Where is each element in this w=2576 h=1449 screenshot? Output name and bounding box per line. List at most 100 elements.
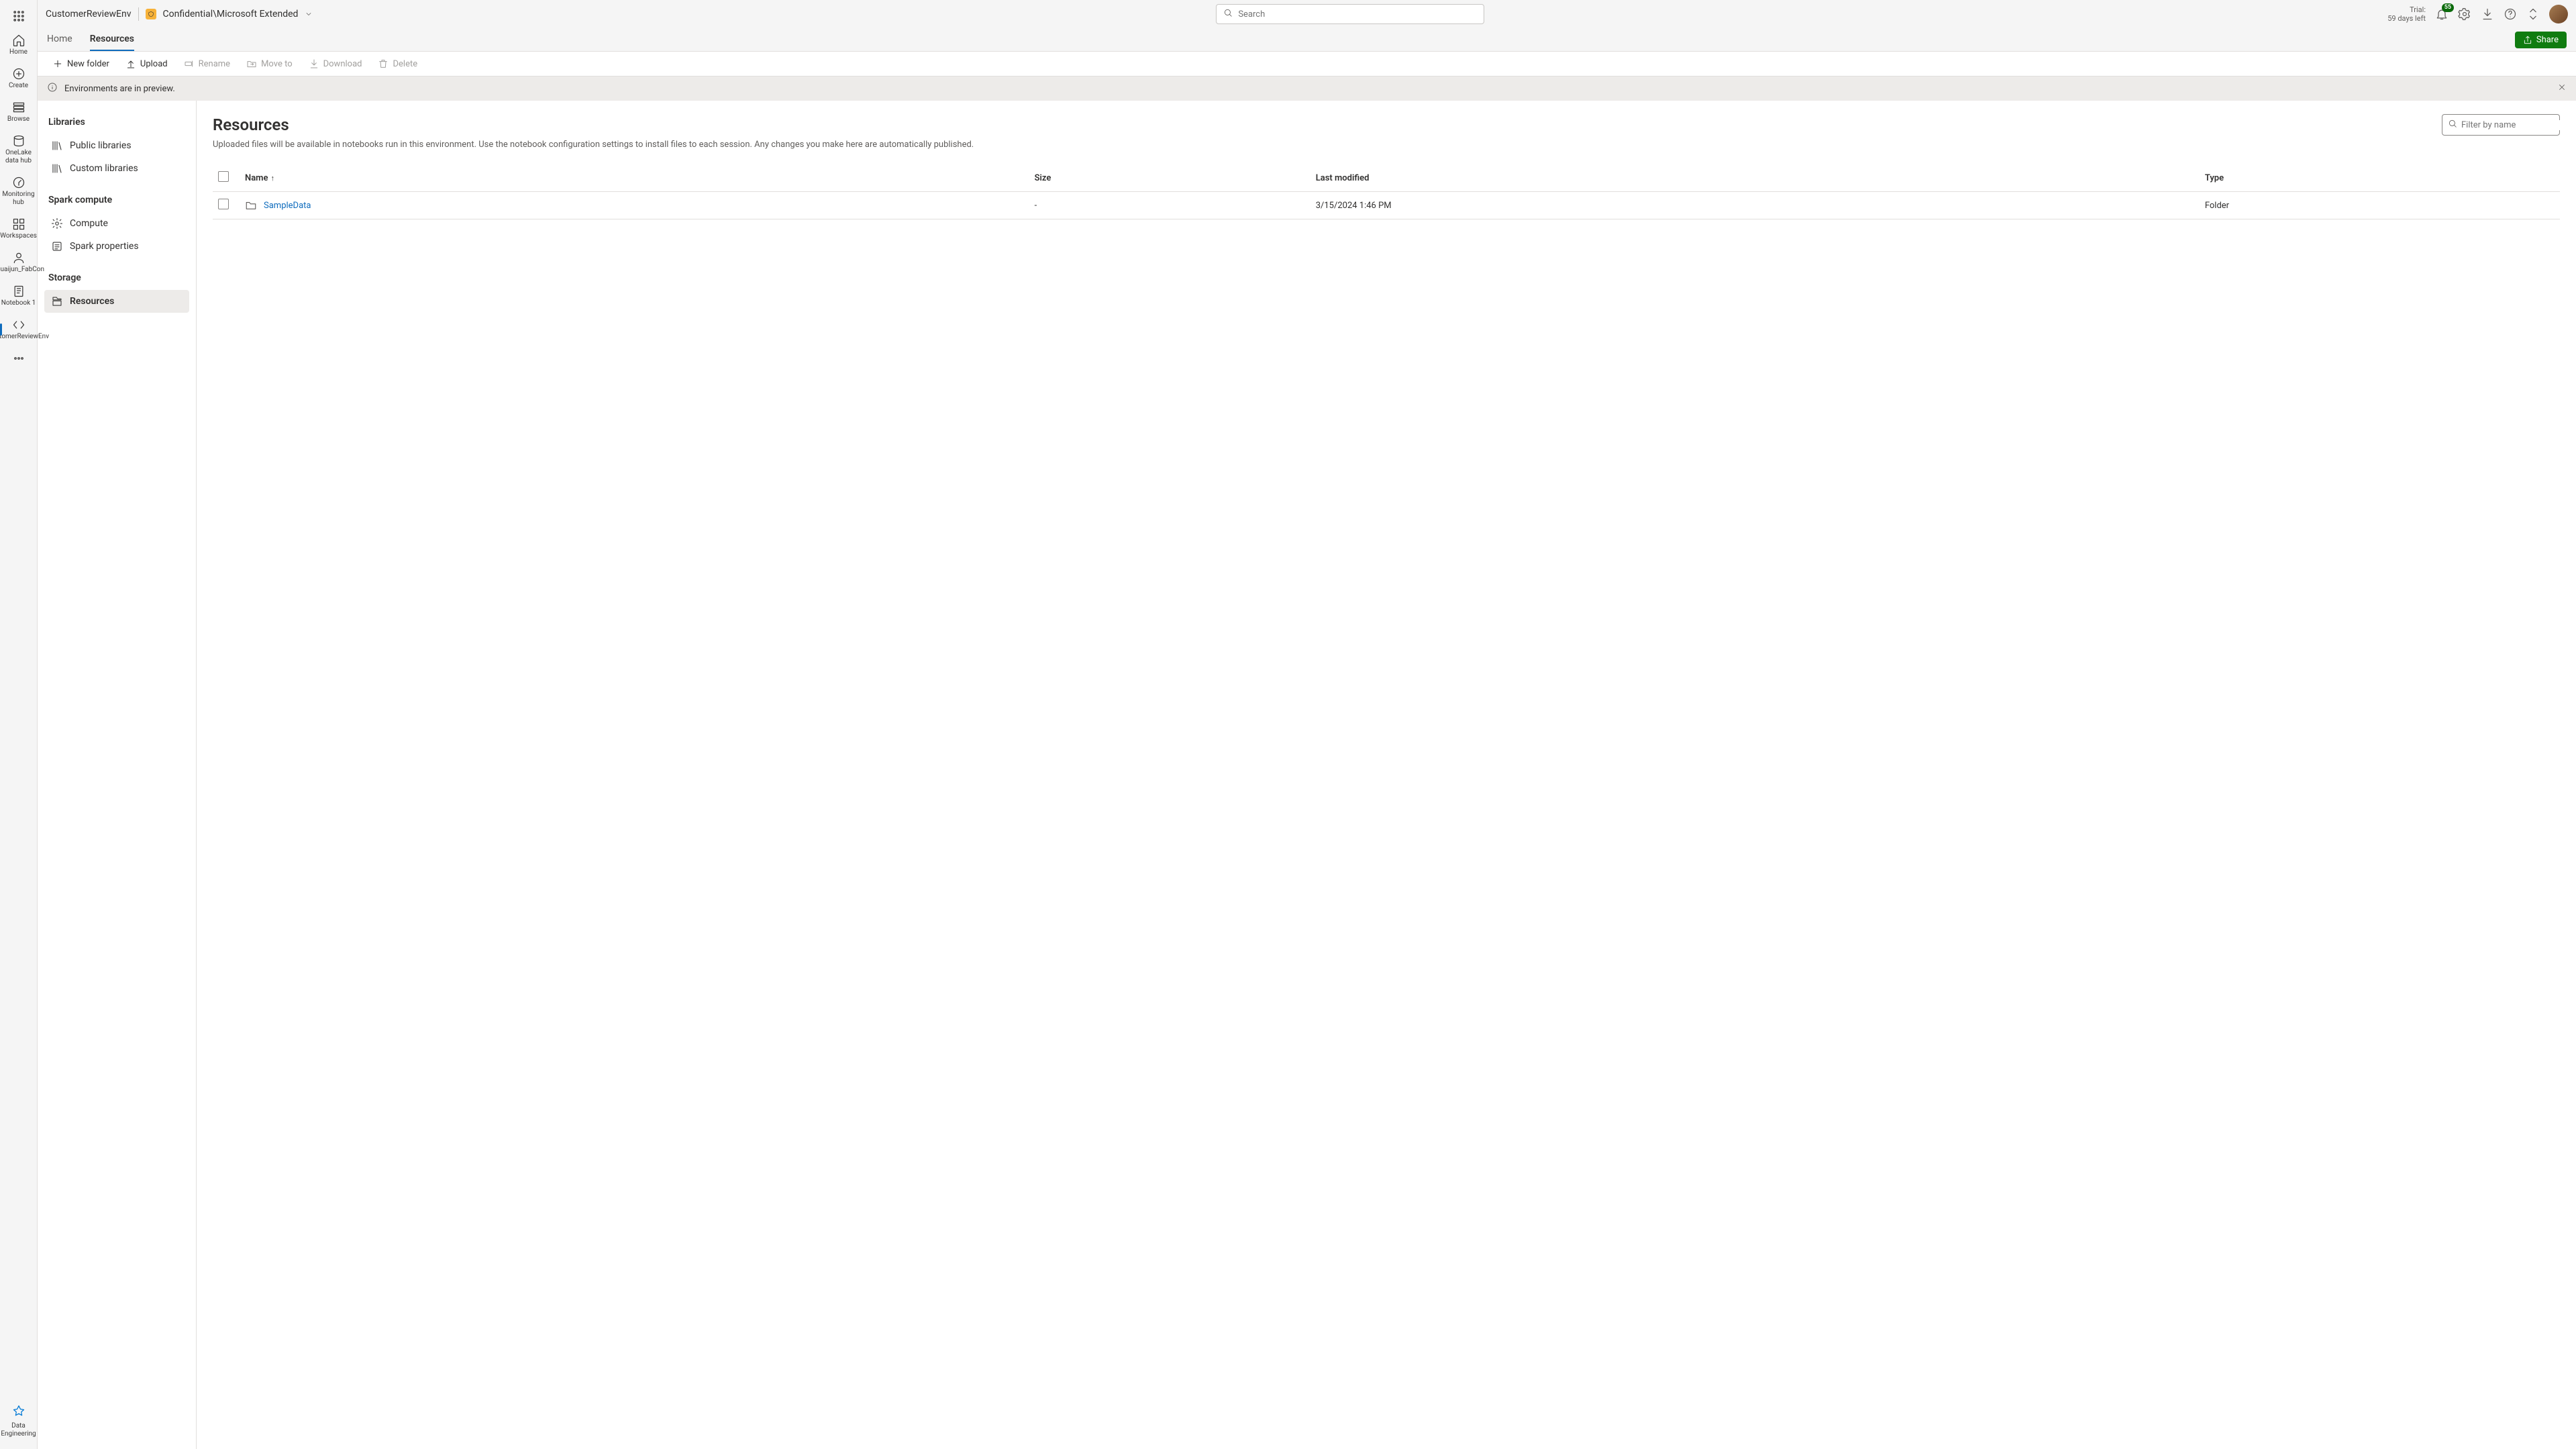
rail-waffle[interactable] [0, 5, 38, 27]
user-avatar[interactable] [2549, 5, 2568, 23]
sidebar-item-resources[interactable]: Resources [44, 290, 189, 313]
notification-badge: 55 [2442, 3, 2454, 12]
sidebar-header-spark: Spark compute [48, 195, 185, 205]
rail-workspaces[interactable]: Workspaces [0, 213, 38, 244]
feedback-button[interactable] [2526, 7, 2540, 21]
tab-resources[interactable]: Resources [90, 34, 134, 51]
chevron-down-icon[interactable] [305, 10, 313, 18]
banner-close-button[interactable] [2557, 83, 2567, 95]
move-icon [246, 58, 257, 69]
page-title: Resources [213, 115, 289, 134]
trial-line2: 59 days left [2387, 14, 2426, 23]
left-nav-rail: Home Create Browse OneLake data hub Moni… [0, 0, 38, 1449]
row-checkbox[interactable] [218, 199, 229, 209]
column-modified[interactable]: Last modified [1310, 164, 2200, 192]
settings-button[interactable] [2458, 7, 2471, 21]
tab-strip: Home Resources Share [38, 28, 2576, 51]
help-button[interactable] [2504, 7, 2517, 21]
sensitivity-label[interactable]: Confidential\Microsoft Extended [163, 9, 299, 19]
share-button-label: Share [2536, 35, 2559, 45]
column-name[interactable]: Name↑ [240, 164, 1029, 192]
tab-home[interactable]: Home [47, 34, 72, 51]
rail-notebook1[interactable]: Notebook 1 [0, 281, 38, 311]
sidebar-header-storage: Storage [48, 272, 185, 283]
move-to-button: Move to [240, 56, 299, 72]
sidebar-compute-label: Compute [70, 218, 108, 229]
rename-label: Rename [199, 59, 230, 69]
sidebar-resources-label: Resources [70, 296, 114, 307]
upload-button[interactable]: Upload [119, 56, 174, 72]
gear-icon [51, 217, 63, 230]
plus-icon [52, 58, 63, 69]
more-icon [12, 352, 25, 365]
sidebar-item-compute[interactable]: Compute [44, 212, 189, 235]
select-all-checkbox[interactable] [218, 171, 229, 182]
upload-icon [125, 58, 136, 69]
column-size[interactable]: Size [1029, 164, 1310, 192]
rail-create-label: Create [9, 82, 28, 90]
sidebar-spark-prop-label: Spark properties [70, 241, 139, 252]
rail-customerreview-label: CustomerReviewEnv [0, 333, 49, 341]
sidebar-header-libraries: Libraries [48, 117, 185, 128]
rail-data-engineering[interactable]: Data Engineering [0, 1401, 38, 1442]
page-subtitle: Uploaded files will be available in note… [213, 140, 2560, 150]
workspace-icon [12, 251, 25, 264]
rail-monitoring-label: Monitoring hub [1, 191, 36, 207]
rail-browse[interactable]: Browse [0, 97, 38, 128]
download-icon [309, 58, 319, 69]
rail-customerreview[interactable]: CustomerReviewEnv [0, 314, 38, 345]
resources-table: Name↑ Size Last modified Type [213, 164, 2560, 219]
library-icon [51, 162, 63, 174]
rail-onelake[interactable]: OneLake data hub [0, 130, 38, 169]
library-icon [51, 140, 63, 152]
rename-button: Rename [177, 56, 237, 72]
notifications-button[interactable]: 55 [2435, 7, 2449, 21]
onelake-icon [12, 134, 25, 148]
rail-home[interactable]: Home [0, 30, 38, 60]
table-row[interactable]: SampleData - 3/15/2024 1:46 PM Folder [213, 192, 2560, 219]
environment-name: CustomerReviewEnv [46, 9, 132, 19]
sidebar-public-label: Public libraries [70, 140, 132, 151]
move-to-label: Move to [261, 59, 293, 69]
action-toolbar: New folder Upload Rename Move to Downloa… [38, 51, 2576, 77]
sidebar-item-public-libraries[interactable]: Public libraries [44, 134, 189, 157]
rail-create[interactable]: Create [0, 63, 38, 94]
rail-onelake-label: OneLake data hub [1, 149, 36, 165]
info-icon [47, 82, 58, 95]
global-search[interactable] [1216, 4, 1484, 24]
download-button: Download [302, 56, 369, 72]
share-button[interactable]: Share [2515, 32, 2567, 48]
rail-monitoring[interactable]: Monitoring hub [0, 172, 38, 211]
filter-input[interactable] [2461, 120, 2573, 130]
settings-sidebar: Libraries Public libraries Custom librar… [38, 101, 197, 1449]
sidebar-custom-label: Custom libraries [70, 163, 138, 174]
search-icon [1223, 8, 1233, 20]
rename-icon [184, 58, 195, 69]
banner-text: Environments are in preview. [64, 84, 175, 94]
rail-home-label: Home [9, 48, 28, 56]
workspaces-icon [12, 217, 25, 231]
home-icon [12, 34, 25, 47]
rail-more[interactable] [0, 348, 38, 369]
sidebar-item-spark-properties[interactable]: Spark properties [44, 235, 189, 258]
resource-link[interactable]: SampleData [264, 201, 311, 211]
rail-notebook1-label: Notebook 1 [1, 299, 36, 307]
sensitivity-badge-icon [146, 9, 156, 19]
cell-size: - [1029, 192, 1310, 219]
upload-label: Upload [140, 59, 168, 69]
column-type[interactable]: Type [2200, 164, 2560, 192]
new-folder-button[interactable]: New folder [46, 56, 116, 72]
plus-circle-icon [12, 67, 25, 81]
data-engineering-icon [12, 1405, 25, 1418]
rail-shuaijun-label: Shuaijun_FabCon [0, 266, 44, 274]
rail-shuaijun[interactable]: Shuaijun_FabCon [0, 247, 38, 278]
download-label: Download [323, 59, 362, 69]
resources-icon [51, 295, 63, 307]
download-manager-button[interactable] [2481, 7, 2494, 21]
top-header: CustomerReviewEnv Confidential\Microsoft… [38, 0, 2576, 28]
sidebar-item-custom-libraries[interactable]: Custom libraries [44, 157, 189, 180]
filter-box[interactable] [2442, 114, 2560, 136]
search-input[interactable] [1238, 9, 1477, 19]
sort-ascending-icon: ↑ [270, 174, 274, 183]
cell-type: Folder [2200, 192, 2560, 219]
